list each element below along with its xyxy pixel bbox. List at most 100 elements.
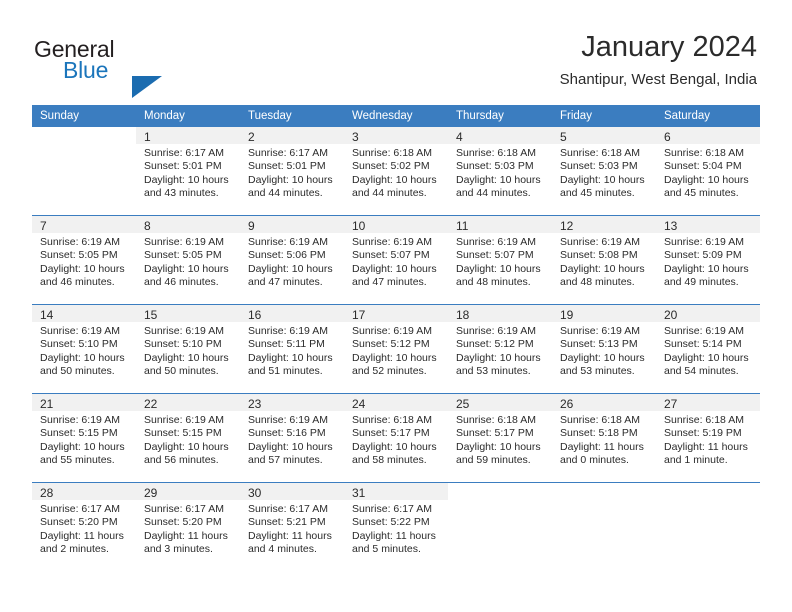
day-details: Sunrise: 6:19 AM Sunset: 5:12 PM Daylight:… <box>448 322 552 379</box>
day-detail-line: and 0 minutes. <box>560 454 629 467</box>
day-detail-line: Daylight: 10 hours <box>248 351 333 364</box>
page-title: January 2024 <box>581 31 757 63</box>
calendar-week-row: 21 Sunrise: 6:19 AM Sunset: 5:15 PM Dayligh… <box>32 393 760 482</box>
calendar-cell: 15 Sunrise: 6:19 AM Sunset: 5:10 PM Dayligh… <box>136 304 240 393</box>
calendar-table: Sunday Monday Tuesday Wednesday Thursday Frid… <box>32 105 760 571</box>
calendar-day-22[interactable]: 22 Sunrise: 6:19 AM Sunset: 5:15 PM Dayligh… <box>136 393 240 482</box>
calendar-day-20[interactable]: 20 Sunrise: 6:19 AM Sunset: 5:14 PM Dayligh… <box>656 304 760 393</box>
calendar-page: General Blue January 2024 Shantipur, Wes… <box>0 0 792 612</box>
day-detail-line: Sunset: 5:15 PM <box>40 427 118 440</box>
day-details: Sunrise: 6:17 AM Sunset: 5:21 PM Daylight:… <box>240 500 344 557</box>
day-number: 9 <box>248 219 255 233</box>
calendar-cell: 17 Sunrise: 6:19 AM Sunset: 5:12 PM Dayligh… <box>344 304 448 393</box>
calendar-day-23[interactable]: 23 Sunrise: 6:19 AM Sunset: 5:16 PM Dayligh… <box>240 393 344 482</box>
day-detail-line: Sunrise: 6:17 AM <box>352 503 432 515</box>
day-number-bar: 11 <box>448 216 552 233</box>
day-detail-line: Sunset: 5:19 PM <box>664 427 742 440</box>
calendar-day-empty <box>656 482 760 571</box>
calendar-day-15[interactable]: 15 Sunrise: 6:19 AM Sunset: 5:10 PM Dayligh… <box>136 304 240 393</box>
day-detail-line: Sunrise: 6:19 AM <box>352 325 432 337</box>
day-detail-line: and 49 minutes. <box>664 276 739 289</box>
day-details: Sunrise: 6:17 AM Sunset: 5:01 PM Daylight:… <box>240 144 344 201</box>
day-detail-line: Daylight: 11 hours <box>560 440 644 453</box>
day-details: Sunrise: 6:19 AM Sunset: 5:10 PM Daylight:… <box>32 322 136 379</box>
calendar-day-17[interactable]: 17 Sunrise: 6:19 AM Sunset: 5:12 PM Dayligh… <box>344 304 448 393</box>
day-detail-line: Sunset: 5:05 PM <box>40 249 118 262</box>
calendar-cell: 21 Sunrise: 6:19 AM Sunset: 5:15 PM Dayligh… <box>32 393 136 482</box>
calendar-day-7[interactable]: 7 Sunrise: 6:19 AM Sunset: 5:05 PM Daylight… <box>32 215 136 304</box>
calendar-day-31[interactable]: 31 Sunrise: 6:17 AM Sunset: 5:22 PM Dayligh… <box>344 482 448 571</box>
calendar-day-13[interactable]: 13 Sunrise: 6:19 AM Sunset: 5:09 PM Dayligh… <box>656 215 760 304</box>
day-number-bar: 10 <box>344 216 448 233</box>
day-number-bar: 20 <box>656 305 760 322</box>
calendar-day-9[interactable]: 9 Sunrise: 6:19 AM Sunset: 5:06 PM Daylight… <box>240 215 344 304</box>
day-details: Sunrise: 6:19 AM Sunset: 5:05 PM Daylight:… <box>136 233 240 290</box>
calendar-cell: 30 Sunrise: 6:17 AM Sunset: 5:21 PM Dayligh… <box>240 482 344 571</box>
calendar-day-27[interactable]: 27 Sunrise: 6:18 AM Sunset: 5:19 PM Dayligh… <box>656 393 760 482</box>
calendar-day-28[interactable]: 28 Sunrise: 6:17 AM Sunset: 5:20 PM Dayligh… <box>32 482 136 571</box>
day-detail-line: Daylight: 11 hours <box>248 529 332 542</box>
calendar-day-21[interactable]: 21 Sunrise: 6:19 AM Sunset: 5:15 PM Dayligh… <box>32 393 136 482</box>
day-number: 7 <box>40 219 47 233</box>
day-detail-line: Daylight: 10 hours <box>248 262 333 275</box>
day-number: 2 <box>248 130 255 144</box>
day-number: 15 <box>144 308 158 322</box>
calendar-cell: 22 Sunrise: 6:19 AM Sunset: 5:15 PM Dayligh… <box>136 393 240 482</box>
day-detail-line: Sunset: 5:12 PM <box>456 338 534 351</box>
calendar-day-10[interactable]: 10 Sunrise: 6:19 AM Sunset: 5:07 PM Dayligh… <box>344 215 448 304</box>
calendar-day-2[interactable]: 2 Sunrise: 6:17 AM Sunset: 5:01 PM Daylight… <box>240 126 344 215</box>
calendar-cell: 5 Sunrise: 6:18 AM Sunset: 5:03 PM Daylight… <box>552 126 656 215</box>
day-number-bar: 23 <box>240 394 344 411</box>
day-detail-line: Daylight: 10 hours <box>456 262 541 275</box>
calendar-day-19[interactable]: 19 Sunrise: 6:19 AM Sunset: 5:13 PM Dayligh… <box>552 304 656 393</box>
calendar-day-18[interactable]: 18 Sunrise: 6:19 AM Sunset: 5:12 PM Dayligh… <box>448 304 552 393</box>
calendar-cell: 9 Sunrise: 6:19 AM Sunset: 5:06 PM Daylight… <box>240 215 344 304</box>
day-detail-line: Sunset: 5:18 PM <box>560 427 638 440</box>
day-detail-line: and 47 minutes. <box>248 276 323 289</box>
calendar-day-empty <box>32 126 136 215</box>
calendar-day-3[interactable]: 3 Sunrise: 6:18 AM Sunset: 5:02 PM Daylight… <box>344 126 448 215</box>
calendar-day-6[interactable]: 6 Sunrise: 6:18 AM Sunset: 5:04 PM Daylight… <box>656 126 760 215</box>
day-detail-line: and 56 minutes. <box>144 454 219 467</box>
calendar-day-empty <box>448 482 552 571</box>
calendar-day-14[interactable]: 14 Sunrise: 6:19 AM Sunset: 5:10 PM Dayligh… <box>32 304 136 393</box>
calendar-day-25[interactable]: 25 Sunrise: 6:18 AM Sunset: 5:17 PM Dayligh… <box>448 393 552 482</box>
day-number: 6 <box>664 130 671 144</box>
day-details: Sunrise: 6:17 AM Sunset: 5:01 PM Daylight:… <box>136 144 240 201</box>
calendar-day-5[interactable]: 5 Sunrise: 6:18 AM Sunset: 5:03 PM Daylight… <box>552 126 656 215</box>
calendar-day-4[interactable]: 4 Sunrise: 6:18 AM Sunset: 5:03 PM Daylight… <box>448 126 552 215</box>
calendar-cell: 27 Sunrise: 6:18 AM Sunset: 5:19 PM Dayligh… <box>656 393 760 482</box>
day-detail-line: Sunrise: 6:19 AM <box>456 236 536 248</box>
day-number-bar: 3 <box>344 127 448 144</box>
calendar-day-30[interactable]: 30 Sunrise: 6:17 AM Sunset: 5:21 PM Dayligh… <box>240 482 344 571</box>
day-number: 29 <box>144 486 158 500</box>
day-detail-line: Daylight: 10 hours <box>40 262 125 275</box>
calendar-day-16[interactable]: 16 Sunrise: 6:19 AM Sunset: 5:11 PM Dayligh… <box>240 304 344 393</box>
calendar-cell: 12 Sunrise: 6:19 AM Sunset: 5:08 PM Dayligh… <box>552 215 656 304</box>
calendar-day-11[interactable]: 11 Sunrise: 6:19 AM Sunset: 5:07 PM Dayligh… <box>448 215 552 304</box>
calendar-cell: 20 Sunrise: 6:19 AM Sunset: 5:14 PM Dayligh… <box>656 304 760 393</box>
day-number: 5 <box>560 130 567 144</box>
day-detail-line: Sunrise: 6:18 AM <box>456 414 536 426</box>
weekday-header-thursday: Thursday <box>448 105 552 126</box>
day-details: Sunrise: 6:19 AM Sunset: 5:15 PM Daylight:… <box>136 411 240 468</box>
calendar-day-8[interactable]: 8 Sunrise: 6:19 AM Sunset: 5:05 PM Daylight… <box>136 215 240 304</box>
day-number-bar: 17 <box>344 305 448 322</box>
logo-triangle-icon <box>132 76 162 98</box>
day-number: 27 <box>664 397 678 411</box>
calendar-day-24[interactable]: 24 Sunrise: 6:18 AM Sunset: 5:17 PM Dayligh… <box>344 393 448 482</box>
calendar-day-26[interactable]: 26 Sunrise: 6:18 AM Sunset: 5:18 PM Dayligh… <box>552 393 656 482</box>
day-detail-line: Sunrise: 6:19 AM <box>560 325 640 337</box>
day-number-bar: 1 <box>136 127 240 144</box>
day-detail-line: Sunset: 5:01 PM <box>248 160 326 173</box>
day-details: Sunrise: 6:18 AM Sunset: 5:03 PM Daylight:… <box>448 144 552 201</box>
calendar-day-12[interactable]: 12 Sunrise: 6:19 AM Sunset: 5:08 PM Dayligh… <box>552 215 656 304</box>
day-number-bar <box>552 483 656 500</box>
day-number: 31 <box>352 486 366 500</box>
calendar-cell: 26 Sunrise: 6:18 AM Sunset: 5:18 PM Dayligh… <box>552 393 656 482</box>
day-number-bar <box>32 127 136 144</box>
calendar-day-1[interactable]: 1 Sunrise: 6:17 AM Sunset: 5:01 PM Daylight… <box>136 126 240 215</box>
calendar-day-29[interactable]: 29 Sunrise: 6:17 AM Sunset: 5:20 PM Dayligh… <box>136 482 240 571</box>
day-detail-line: Sunrise: 6:17 AM <box>248 147 328 159</box>
day-detail-line: and 59 minutes. <box>456 454 531 467</box>
